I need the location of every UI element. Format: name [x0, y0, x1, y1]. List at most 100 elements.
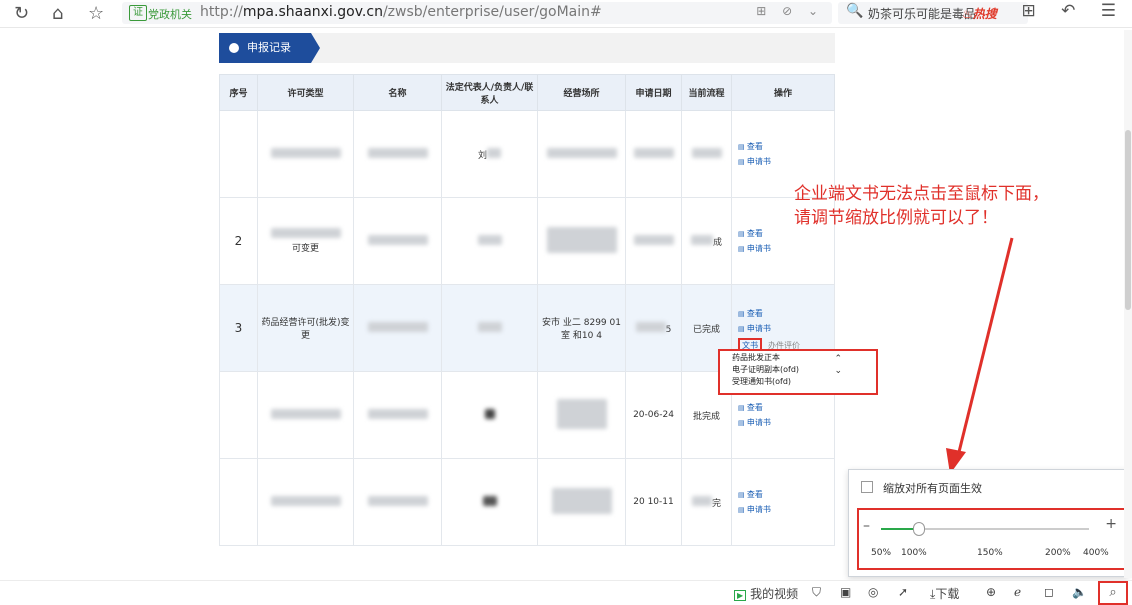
application-link[interactable]: 申请书 — [738, 417, 834, 428]
download-button[interactable]: ⤓下载 — [930, 585, 959, 602]
zoom-tick[interactable]: 200% — [1045, 548, 1071, 558]
application-link[interactable]: 申请书 — [738, 323, 834, 334]
row-seq: 2 — [219, 197, 258, 285]
gamepad-icon[interactable]: ⊕ — [986, 585, 996, 599]
section-dot-icon — [229, 43, 239, 53]
home-icon[interactable]: ⌂ — [52, 3, 63, 24]
apply-all-checkbox[interactable] — [861, 481, 873, 493]
zoom-tick[interactable]: 100% — [901, 548, 927, 558]
view-link[interactable]: 查看 — [738, 141, 834, 152]
dropdown-options: 药品批发正本 电子证明副本(ofd) 受理通知书(ofd) — [732, 352, 799, 388]
dropdown-option[interactable]: 药品批发正本 — [732, 352, 799, 364]
col-flow: 当前流程 — [681, 74, 732, 111]
section-header: 申报记录 — [219, 33, 835, 63]
apply-all-label: 缩放对所有页面生效 — [883, 482, 982, 495]
row-name — [353, 458, 442, 546]
annotation-note: 企业端文书无法点击至鼠标下面， 请调节缩放比例就可以了！ — [794, 182, 1049, 230]
row-rep — [441, 458, 538, 546]
row-addr — [537, 110, 626, 198]
row-type: 药品经营许可(批发)变更 — [257, 284, 354, 372]
table-header-row: 序号 许可类型 名称 法定代表人/负责人/联系人 经营场所 申请日期 当前流程 … — [219, 74, 835, 111]
row-date — [625, 197, 682, 285]
row-name — [353, 371, 442, 459]
star-icon[interactable]: ☆ — [88, 3, 104, 24]
rocket-icon[interactable]: ➚ — [898, 585, 908, 599]
table-row: 20 10-11 完 查看 申请书 — [219, 458, 835, 546]
zoom-tick[interactable]: 50% — [871, 548, 891, 558]
shield-icon[interactable]: ⛉ — [812, 585, 821, 600]
zoom-magnifier-icon[interactable]: ⌕ — [1098, 581, 1128, 605]
zoom-tick[interactable]: 400% — [1083, 548, 1109, 558]
row-seq: 3 — [219, 284, 258, 372]
chevron-up-icon[interactable]: ⌃ — [834, 353, 842, 365]
row-rep: 刘 — [441, 110, 538, 198]
row-rep — [441, 284, 538, 372]
secure-badge: 证 — [129, 5, 147, 21]
browser-toolbar: ↻ ⌂ ☆ 证 党政机关 http://mpa.shaanxi.gov.cn/z… — [0, 0, 1132, 28]
documents-dropdown[interactable]: 药品批发正本 电子证明副本(ofd) 受理通知书(ofd) ⌃ ⌄ — [718, 349, 878, 395]
row-date: 20-06-24 — [625, 371, 682, 459]
page-scrollbar[interactable] — [1124, 30, 1132, 578]
zoom-out-button[interactable]: – — [863, 518, 870, 534]
row-name — [353, 197, 442, 285]
row-flow — [681, 110, 732, 198]
refresh-icon[interactable]: ↻ — [14, 3, 29, 24]
row-rep — [441, 197, 538, 285]
hot-search-label: ♨热搜 — [962, 7, 997, 21]
dropdown-option[interactable]: 受理通知书(ofd) — [732, 376, 799, 388]
application-link[interactable]: 申请书 — [738, 156, 834, 167]
zoom-slider-track[interactable] — [881, 522, 1089, 536]
dropdown-scroll[interactable]: ⌃ ⌄ — [834, 353, 842, 377]
row-type: 可变更 — [257, 197, 354, 285]
url-text[interactable]: http://mpa.shaanxi.gov.cn/zwsb/enterpris… — [200, 4, 602, 20]
annotation-line-2: 请调节缩放比例就可以了！ — [794, 208, 998, 228]
row-type — [257, 458, 354, 546]
address-bar[interactable]: 证 党政机关 http://mpa.shaanxi.gov.cn/zwsb/en… — [122, 2, 832, 24]
search-box[interactable]: 🔍 奶茶可乐可能是毒品 ♨热搜 — [838, 2, 1028, 24]
col-rep: 法定代表人/负责人/联系人 — [441, 74, 538, 111]
toolbar-right-icons[interactable]: ⊞ ↶ ☰ — [1021, 1, 1126, 21]
table-row: 刘 查看 申请书 — [219, 110, 835, 198]
view-link[interactable]: 查看 — [738, 402, 834, 413]
view-link[interactable]: 查看 — [738, 489, 834, 500]
row-addr — [537, 458, 626, 546]
zoom-in-button[interactable]: + — [1105, 516, 1117, 532]
col-ops: 操作 — [731, 74, 835, 111]
col-type: 许可类型 — [257, 74, 354, 111]
row-name — [353, 284, 442, 372]
search-text[interactable]: 奶茶可乐可能是毒品 — [868, 5, 976, 22]
zoom-panel: 缩放对所有页面生效 – + 50% 100% 150% 200% 400% — [848, 469, 1128, 577]
row-seq — [219, 458, 258, 546]
image-icon[interactable]: ▣ — [840, 585, 851, 599]
search-icon: 🔍 — [846, 3, 864, 19]
row-flow: 成 — [681, 197, 732, 285]
speed-icon[interactable]: ◎ — [868, 585, 878, 599]
window-icon[interactable]: ◻ — [1044, 585, 1054, 599]
zoom-slider-fill — [881, 528, 913, 530]
application-link[interactable]: 申请书 — [738, 504, 834, 515]
row-flow: 完 — [681, 458, 732, 546]
browser-icon[interactable]: ℯ — [1014, 585, 1021, 599]
zoom-slider-knob[interactable] — [913, 522, 925, 536]
view-link[interactable]: 查看 — [738, 308, 834, 319]
scrollbar-thumb[interactable] — [1125, 130, 1131, 310]
row-addr — [537, 371, 626, 459]
annotation-line-1: 企业端文书无法点击至鼠标下面， — [794, 184, 1049, 204]
speaker-icon[interactable]: 🔈 — [1072, 585, 1087, 599]
section-title: 申报记录 — [247, 41, 291, 54]
table-row: 2 可变更 成 查看 申请书 — [219, 197, 835, 285]
row-date: 5 — [625, 284, 682, 372]
col-seq: 序号 — [219, 74, 258, 111]
col-date: 申请日期 — [625, 74, 682, 111]
dropdown-option[interactable]: 电子证明副本(ofd) — [732, 364, 799, 376]
section-tag: 申报记录 — [219, 33, 320, 63]
application-link[interactable]: 申请书 — [738, 243, 834, 254]
address-bar-icons[interactable]: ⊞ ⊘ ⌄ — [756, 4, 824, 18]
row-addr: 安市 业二 8299 01室 和10 4 — [537, 284, 626, 372]
zoom-control-highlight: – + 50% 100% 150% 200% 400% — [857, 508, 1127, 570]
row-seq — [219, 371, 258, 459]
col-addr: 经营场所 — [537, 74, 626, 111]
chevron-down-icon[interactable]: ⌄ — [834, 365, 842, 377]
my-videos-button[interactable]: 我的视频 — [734, 585, 798, 602]
zoom-tick[interactable]: 150% — [977, 548, 1003, 558]
